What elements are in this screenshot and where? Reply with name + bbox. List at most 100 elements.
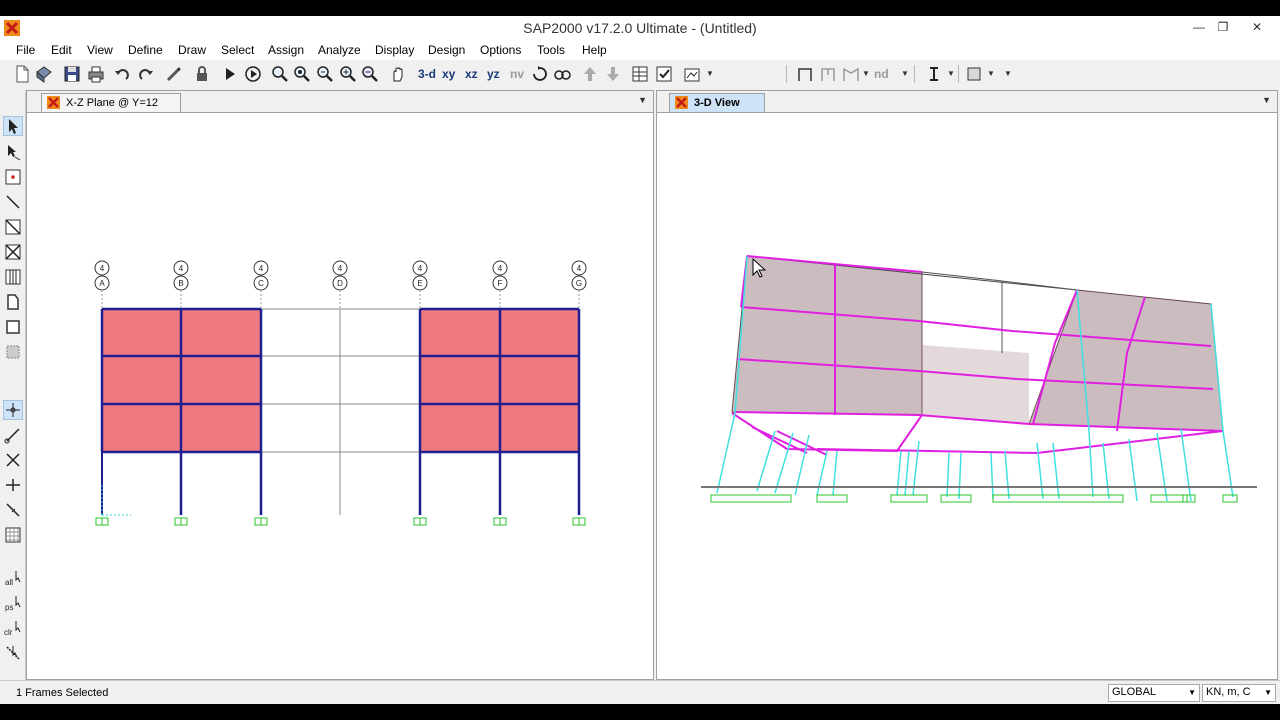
menu-assign[interactable]: Assign bbox=[268, 43, 304, 57]
quick-draw-area-icon[interactable] bbox=[3, 342, 23, 362]
menu-define[interactable]: Define bbox=[128, 43, 163, 57]
show-tables-icon[interactable] bbox=[630, 64, 650, 84]
pan-hand-icon[interactable] bbox=[388, 64, 408, 84]
view-xz-button[interactable]: xz bbox=[465, 67, 478, 81]
section-cut-icon[interactable] bbox=[924, 64, 944, 84]
draw-area-icon[interactable] bbox=[964, 64, 984, 84]
grid-bubble-g[interactable]: 4G bbox=[571, 260, 587, 309]
quick-draw-braces-icon[interactable] bbox=[3, 242, 23, 262]
elevation-canvas[interactable]: 4A 4B 4C 4D 4E 4F 4G bbox=[27, 113, 653, 679]
menu-tools[interactable]: Tools bbox=[537, 43, 565, 57]
new-file-icon[interactable] bbox=[12, 64, 32, 84]
toolbar-separator bbox=[786, 65, 787, 83]
move-up-icon[interactable] bbox=[580, 64, 600, 84]
toolbar-overflow-icon[interactable]: ▼ bbox=[1004, 69, 1012, 78]
screen-bottom-border bbox=[0, 704, 1280, 720]
menu-display[interactable]: Display bbox=[375, 43, 414, 57]
perspective-toggle-icon[interactable] bbox=[552, 64, 572, 84]
3d-view-pane[interactable]: 3-D View ▼ bbox=[656, 90, 1278, 680]
grid-bubble-c[interactable]: 4C bbox=[253, 260, 269, 309]
draw-brace-icon[interactable] bbox=[841, 64, 861, 84]
section-cut-dropdown-icon[interactable]: ▼ bbox=[947, 69, 955, 78]
previous-zoom-icon[interactable] bbox=[315, 64, 335, 84]
menu-file[interactable]: File bbox=[16, 43, 35, 57]
rotate-view-icon[interactable] bbox=[530, 64, 550, 84]
svg-text:clr: clr bbox=[4, 628, 13, 637]
grid-bubble-label: F bbox=[498, 279, 503, 288]
snap-to-points-icon[interactable] bbox=[3, 400, 23, 420]
grid-bubble-label: B bbox=[178, 279, 183, 288]
lock-icon[interactable] bbox=[192, 64, 212, 84]
menu-analyze[interactable]: Analyze bbox=[318, 43, 361, 57]
shell-walls bbox=[731, 255, 1224, 432]
draw-brace-dropdown-icon[interactable]: ▼ bbox=[862, 69, 870, 78]
run-analysis-icon[interactable] bbox=[220, 64, 240, 84]
grid-bubble-d[interactable]: 4D bbox=[332, 260, 348, 309]
elevation-view-pane[interactable]: X-Z Plane @ Y=12 ▼ 4 A 4 B 4 C 4 D 4 E 4… bbox=[26, 90, 654, 680]
view-xy-button[interactable]: xy bbox=[442, 67, 455, 81]
snap-fine-grid-icon[interactable] bbox=[3, 525, 23, 545]
clear-selection-icon[interactable]: clr bbox=[3, 618, 23, 638]
select-all-icon[interactable]: all bbox=[3, 568, 23, 588]
undo-icon[interactable] bbox=[112, 64, 132, 84]
reshape-object-icon[interactable] bbox=[3, 142, 23, 162]
menu-help[interactable]: Help bbox=[582, 43, 607, 57]
close-button[interactable]: ✕ bbox=[1242, 16, 1272, 38]
draw-joint-icon[interactable] bbox=[3, 167, 23, 187]
grid-bubble-b[interactable]: 4B bbox=[173, 260, 189, 309]
draw-area-dropdown-icon[interactable]: ▼ bbox=[987, 69, 995, 78]
view-nd-button[interactable]: nd bbox=[874, 67, 889, 81]
nd-dropdown-icon[interactable]: ▼ bbox=[901, 69, 909, 78]
check-model-icon[interactable] bbox=[654, 64, 674, 84]
menu-draw[interactable]: Draw bbox=[178, 43, 206, 57]
intersecting-line-select-icon[interactable] bbox=[3, 643, 23, 663]
pointer-select-icon[interactable] bbox=[3, 116, 23, 136]
restore-full-view-icon[interactable] bbox=[292, 64, 312, 84]
snap-line-ends-icon[interactable] bbox=[3, 425, 23, 445]
menu-design[interactable]: Design bbox=[428, 43, 465, 57]
draw-frame-line-icon[interactable] bbox=[3, 192, 23, 212]
display-options-dropdown-icon[interactable]: ▼ bbox=[706, 69, 714, 78]
move-down-icon[interactable] bbox=[603, 64, 623, 84]
zoom-in-icon[interactable] bbox=[338, 64, 358, 84]
redo-icon[interactable] bbox=[136, 64, 156, 84]
print-icon[interactable] bbox=[86, 64, 106, 84]
zoom-out-icon[interactable] bbox=[360, 64, 380, 84]
restore-button[interactable]: ❐ bbox=[1208, 16, 1238, 38]
pane-menu-dropdown-icon[interactable]: ▼ bbox=[1262, 95, 1271, 105]
snap-intersections-icon[interactable] bbox=[3, 450, 23, 470]
quick-draw-secondary-beams-icon[interactable] bbox=[3, 267, 23, 287]
view-yz-button[interactable]: yz bbox=[487, 67, 500, 81]
3d-model-canvas[interactable] bbox=[657, 113, 1277, 679]
draw-special-frame-icon[interactable] bbox=[818, 64, 838, 84]
zoom-window-icon[interactable] bbox=[270, 64, 290, 84]
refresh-view-icon[interactable] bbox=[164, 64, 184, 84]
units-select[interactable]: KN, m, C ▼ bbox=[1202, 684, 1276, 702]
menu-view[interactable]: View bbox=[87, 43, 113, 57]
get-previous-selection-icon[interactable]: ps bbox=[3, 593, 23, 613]
view-nv-button[interactable]: nv bbox=[510, 67, 524, 81]
menu-options[interactable]: Options bbox=[480, 43, 521, 57]
pane-menu-dropdown-icon[interactable]: ▼ bbox=[638, 95, 647, 105]
local-axes-marker bbox=[101, 485, 131, 516]
tab-xz-plane[interactable]: X-Z Plane @ Y=12 bbox=[41, 93, 181, 112]
draw-poly-area-icon[interactable] bbox=[3, 292, 23, 312]
tab-3d-view[interactable]: 3-D View bbox=[669, 93, 765, 112]
coordinate-system-select[interactable]: GLOBAL ▼ bbox=[1108, 684, 1200, 702]
open-model-icon[interactable] bbox=[34, 64, 54, 84]
quick-draw-frame-icon[interactable] bbox=[3, 217, 23, 237]
grid-bubble-a[interactable]: 4A bbox=[94, 260, 110, 309]
tab-3d-view-label: 3-D View bbox=[694, 97, 740, 109]
menu-edit[interactable]: Edit bbox=[51, 43, 72, 57]
snap-perpendicular-icon[interactable] bbox=[3, 475, 23, 495]
view-3d-button[interactable]: 3-d bbox=[418, 67, 436, 81]
grid-bubble-e[interactable]: 4E bbox=[412, 260, 428, 309]
save-icon[interactable] bbox=[62, 64, 82, 84]
run-now-icon[interactable] bbox=[243, 64, 263, 84]
grid-bubble-f[interactable]: 4F bbox=[492, 260, 508, 309]
menu-select[interactable]: Select bbox=[221, 43, 254, 57]
snap-lines-icon[interactable] bbox=[3, 500, 23, 520]
draw-frame-icon[interactable] bbox=[795, 64, 815, 84]
draw-rect-area-icon[interactable] bbox=[3, 317, 23, 337]
display-options-icon[interactable] bbox=[682, 64, 702, 84]
